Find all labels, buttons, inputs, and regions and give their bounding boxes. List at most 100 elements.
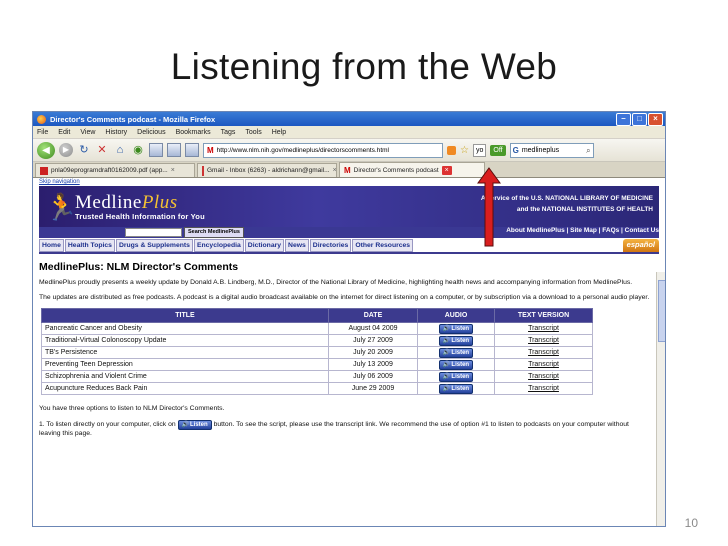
transcript-link[interactable]: Transcript [494, 334, 593, 347]
search-medlineplus-button[interactable]: Search MedlinePlus [184, 227, 244, 238]
addon-icon[interactable]: ◉ [131, 143, 145, 157]
maximize-button[interactable]: □ [632, 113, 647, 126]
tab-pdf[interactable]: pnla09eprogramdraft0162009.pdf (app... × [35, 163, 195, 177]
episode-title: Pancreatic Cancer and Obesity [41, 322, 329, 335]
col-audio: AUDIO [417, 308, 495, 323]
rss-icon[interactable] [447, 145, 456, 155]
window-title: Director's Comments podcast - Mozilla Fi… [50, 114, 216, 124]
toolbar-icon-3[interactable] [185, 143, 199, 157]
transcript-link[interactable]: Transcript [494, 346, 593, 359]
nav-drugs-supplements[interactable]: Drugs & Supplements [115, 239, 193, 252]
nav-encyclopedia[interactable]: Encyclopedia [193, 239, 244, 252]
tab-close-icon[interactable]: × [171, 164, 175, 177]
episode-date: July 20 2009 [328, 346, 418, 359]
magnifier-icon[interactable]: ⌕ [586, 144, 590, 157]
tab-gmail[interactable]: Gmail - Inbox (6263) - aldrichann@gmail.… [197, 163, 337, 177]
yo-box[interactable]: yo [472, 143, 487, 157]
nav-home[interactable]: Home [39, 239, 64, 252]
tab-label: Director's Comments podcast [353, 166, 439, 174]
site-search-input[interactable] [125, 228, 182, 237]
col-date: DATE [328, 308, 418, 323]
close-button[interactable]: × [648, 113, 663, 126]
top-links[interactable]: About MedlinePlus | Site Map | FAQs | Co… [506, 227, 659, 234]
tab-label: pnla09eprogramdraft0162009.pdf (app... [51, 167, 168, 174]
tab-close-icon[interactable]: × [441, 165, 452, 175]
speaker-icon: 🔊 [442, 385, 451, 392]
episode-date: June 29 2009 [328, 382, 418, 395]
nav-directories[interactable]: Directories [309, 239, 352, 252]
menu-view[interactable]: View [80, 129, 95, 136]
back-button[interactable]: ◀ [37, 141, 55, 159]
tab-bar: pnla09eprogramdraft0162009.pdf (app... ×… [33, 162, 665, 178]
options-paragraph: You have three options to listen to NLM … [39, 405, 225, 412]
scrollbar-thumb[interactable] [658, 280, 665, 342]
minimize-button[interactable]: – [616, 113, 631, 126]
listen-label: Listen [451, 361, 470, 368]
medlineplus-logo[interactable]: MedlinePlus Trusted Health Information f… [75, 193, 205, 221]
slide-number: 10 [684, 516, 698, 530]
speaker-icon: 🔊 [181, 421, 190, 428]
nav-health-topics[interactable]: Health Topics [64, 239, 115, 252]
listen-button[interactable]: 🔊Listen [438, 323, 474, 334]
listen-button[interactable]: 🔊Listen [438, 347, 474, 358]
listen-button[interactable]: 🔊Listen [438, 335, 474, 346]
audio-cell: 🔊Listen [417, 334, 495, 347]
podcast-table: TITLE DATE AUDIO TEXT VERSION Pancreatic… [41, 308, 593, 395]
option-1-text: 1. To listen directly on your computer, … [39, 420, 176, 428]
url-bar[interactable]: M http://www.nlm.nih.gov/medlineplus/dir… [203, 142, 443, 158]
listen-button[interactable]: 🔊Listen [438, 383, 474, 394]
tab-directors-comments[interactable]: M Director's Comments podcast × [339, 162, 485, 177]
menu-edit[interactable]: Edit [58, 129, 70, 136]
menu-history[interactable]: History [105, 129, 127, 136]
url-text: http://www.nlm.nih.gov/medlineplus/direc… [216, 146, 389, 154]
browser-screenshot: Director's Comments podcast - Mozilla Fi… [32, 111, 666, 527]
inline-listen-button[interactable]: 🔊Listen [177, 419, 212, 430]
toolbar-icon-2[interactable] [167, 143, 181, 157]
col-title: TITLE [41, 308, 329, 323]
skip-navigation-link[interactable]: Skip navigation [39, 178, 659, 186]
menu-file[interactable]: File [37, 129, 48, 136]
episode-date: July 06 2009 [328, 370, 418, 383]
nav-other-resources[interactable]: Other Resources [352, 239, 414, 252]
logo-main: Medline [75, 191, 142, 213]
bookmark-star-icon[interactable]: ☆ [460, 145, 469, 156]
vertical-scrollbar[interactable] [656, 272, 665, 526]
table-row: Pancreatic Cancer and Obesity August 04 2… [41, 322, 593, 335]
podcast-paragraph: The updates are distributed as free podc… [39, 293, 650, 301]
espanol-button[interactable]: español [622, 239, 659, 252]
menu-tools[interactable]: Tools [245, 129, 261, 136]
listen-label: Listen [451, 325, 470, 332]
intro-paragraph: MedlinePlus proudly presents a weekly up… [39, 279, 633, 286]
episode-date: July 27 2009 [328, 334, 418, 347]
nav-news[interactable]: News [285, 239, 309, 252]
transcript-link[interactable]: Transcript [494, 382, 593, 395]
audio-cell: 🔊Listen [417, 382, 495, 395]
stop-icon[interactable]: ✕ [95, 143, 109, 157]
web-page: Skip navigation 🏃 MedlinePlus Trusted He… [33, 178, 665, 438]
tab-close-icon[interactable]: × [333, 164, 336, 177]
episode-title: Preventing Teen Depression [41, 358, 329, 371]
listen-button[interactable]: 🔊Listen [438, 359, 474, 370]
google-icon: G [512, 145, 519, 155]
listen-button[interactable]: 🔊Listen [438, 371, 474, 382]
transcript-link[interactable]: Transcript [494, 370, 593, 383]
menu-help[interactable]: Help [272, 129, 286, 136]
reload-icon[interactable]: ↻ [77, 143, 91, 157]
nav-dictionary[interactable]: Dictionary [244, 239, 285, 252]
home-icon[interactable]: ⌂ [113, 143, 127, 157]
option-1-paragraph: 1. To listen directly on your computer, … [39, 419, 651, 439]
col-text-version: TEXT VERSION [494, 308, 593, 323]
transcript-link[interactable]: Transcript [494, 358, 593, 371]
podcast-rows: Pancreatic Cancer and Obesity August 04 2… [41, 322, 593, 395]
audio-cell: 🔊Listen [417, 322, 495, 335]
go-button[interactable]: Off [490, 144, 506, 156]
transcript-link[interactable]: Transcript [494, 322, 593, 335]
forward-button[interactable]: ▶ [59, 143, 73, 157]
episode-title: Traditional-Virtual Colonoscopy Update [41, 334, 329, 347]
menu-bookmarks[interactable]: Bookmarks [176, 129, 211, 136]
toolbar-icon-1[interactable] [149, 143, 163, 157]
search-box[interactable]: G medlineplus ⌕ [509, 142, 594, 158]
tab-label: Gmail - Inbox (6263) - aldrichann@gmail.… [207, 167, 330, 174]
menu-tags[interactable]: Tags [221, 129, 236, 136]
menu-delicious[interactable]: Delicious [137, 129, 165, 136]
